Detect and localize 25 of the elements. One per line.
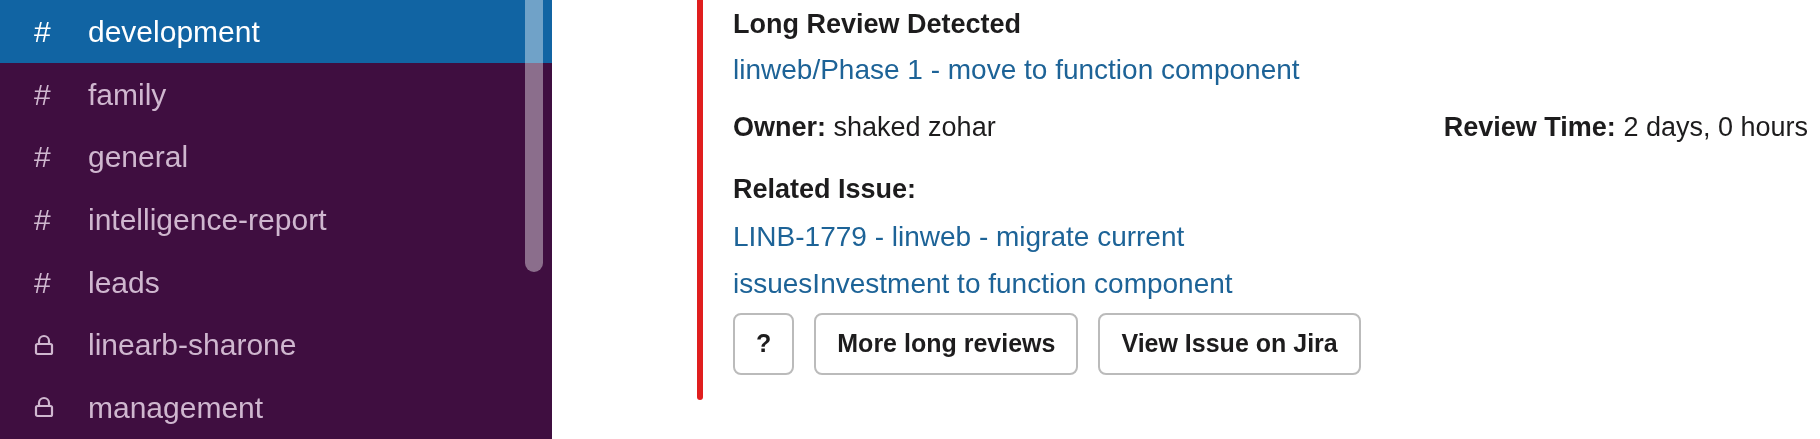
channel-item[interactable]: # intelligence-report [0,188,552,251]
message-title: Long Review Detected [733,8,1023,41]
channel-item[interactable]: # general [0,125,552,189]
field-text: Owner: shaked zohar [733,110,996,144]
hash-icon: # [34,134,51,180]
field-text: Review Time: 2 days, 0 hours [1443,110,1808,144]
channel-item[interactable]: management [0,376,552,439]
action-button[interactable]: View Issue on Jira [1098,312,1361,375]
hash-icon: # [34,259,51,305]
action-button[interactable]: ? [733,312,795,375]
issue-link[interactable]: issuesInvestment to function component [733,259,1808,307]
lock-icon [34,396,54,419]
scrollbar[interactable] [525,0,543,272]
channel-item[interactable]: # family [0,62,552,126]
pull-request-link[interactable]: linweb/Phase 1 - move to function component [733,54,1300,85]
channel-item[interactable]: linearb-sharone [0,313,552,377]
lock-icon [34,333,54,356]
channel-item[interactable]: # development [0,0,552,63]
channel-item[interactable]: # leads [0,250,552,314]
hash-icon: # [34,8,51,54]
issue-link[interactable]: LINB-1779 - linweb - migrate current [733,212,1808,260]
field-label: Related Issue: [733,172,918,206]
hash-icon: # [34,71,51,117]
hash-icon: # [34,196,51,242]
action-button[interactable]: More long reviews [814,312,1079,375]
